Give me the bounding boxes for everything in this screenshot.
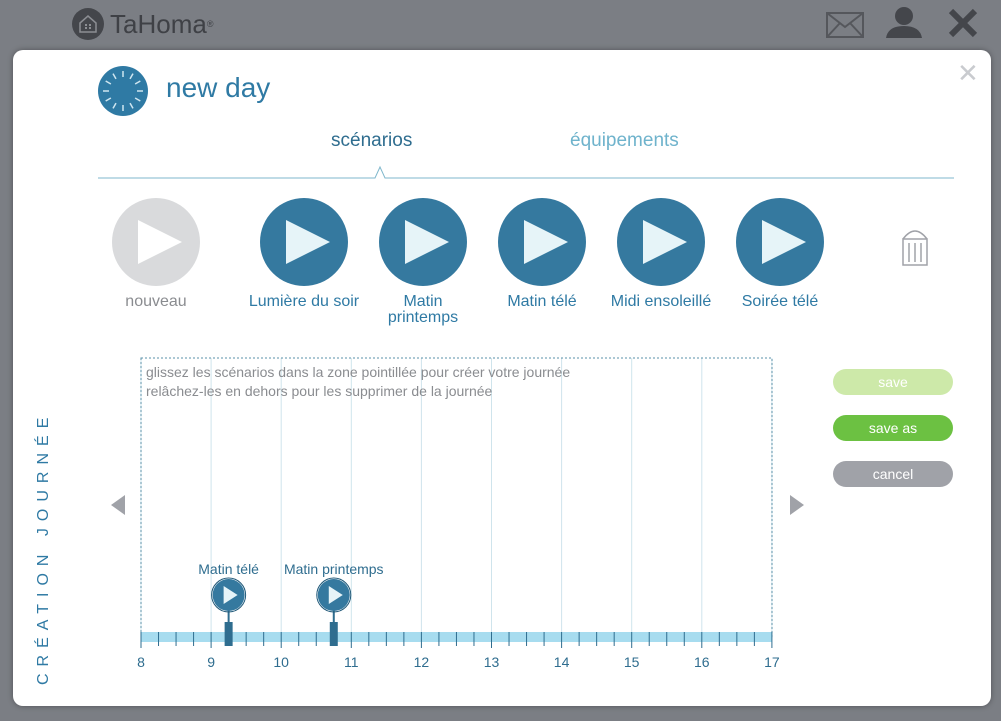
hour-label: 9 [207, 654, 215, 670]
hour-label: 15 [623, 654, 640, 670]
help-line-1: glissez les scénarios dans la zone point… [146, 364, 571, 380]
save-as-button[interactable]: save as [833, 415, 953, 441]
new-day-modal: ✕ new day scénarios équipements nouveau … [13, 50, 991, 706]
mail-icon[interactable] [826, 12, 864, 43]
save-button[interactable]: save [833, 369, 953, 395]
cancel-button[interactable]: cancel [833, 461, 953, 487]
close-icon[interactable] [948, 8, 978, 43]
house-icon [72, 8, 104, 40]
hour-label: 11 [344, 654, 359, 670]
hour-label: 14 [553, 654, 570, 670]
hour-label: 17 [764, 654, 780, 670]
marker-label: Matin télé [198, 561, 259, 577]
previous-arrow-icon[interactable] [111, 495, 127, 520]
app-logo: TaHoma ® [72, 8, 213, 40]
user-icon[interactable] [884, 6, 924, 43]
app-name-reg: ® [206, 19, 214, 29]
hour-label: 8 [137, 654, 145, 670]
app-header: TaHoma ® [0, 0, 1001, 50]
app-name: TaHoma [110, 8, 207, 39]
timeline-help: glissez les scénarios dans la zone point… [146, 363, 570, 401]
hour-label: 10 [273, 654, 289, 670]
hour-label: 13 [483, 654, 500, 670]
hour-label: 16 [694, 654, 710, 670]
help-line-2: relâchez-les en dehors pour les supprime… [146, 383, 493, 399]
next-arrow-icon[interactable] [788, 495, 804, 520]
hour-label: 12 [413, 654, 430, 670]
marker-label: Matin printemps [283, 561, 384, 577]
